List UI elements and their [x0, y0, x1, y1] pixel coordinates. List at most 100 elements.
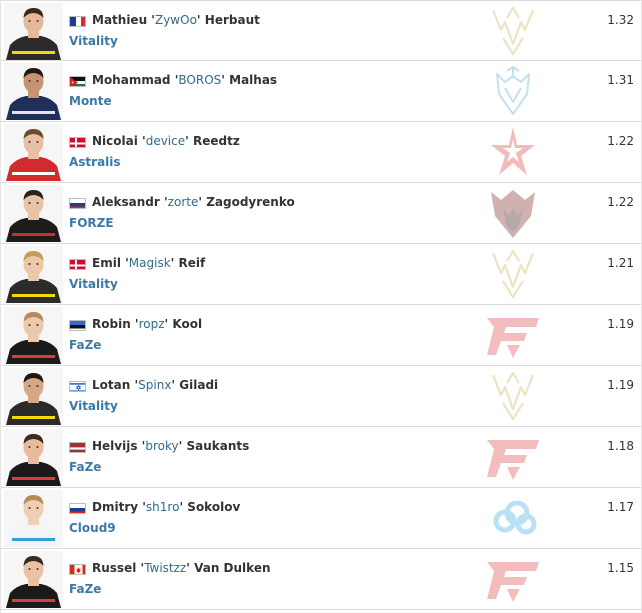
player-row[interactable]: Helvijs 'broky' Saukants FaZe 1.18: [1, 427, 641, 488]
player-nickname: Magisk: [128, 256, 171, 270]
flag-ee-icon: [69, 320, 86, 331]
flag-dk-icon: [69, 259, 86, 270]
flag-dk-icon: [69, 137, 86, 148]
player-first-name: Dmitry: [92, 500, 139, 514]
player-photo: [4, 551, 63, 608]
team-link[interactable]: Vitality: [69, 399, 118, 413]
faze-logo-icon: [483, 308, 543, 363]
team-link[interactable]: FaZe: [69, 338, 101, 352]
player-last-name: Saukants: [186, 439, 250, 453]
player-first-name: Emil: [92, 256, 121, 270]
player-last-name: Giladi: [179, 378, 219, 392]
player-nickname: Spinx: [138, 378, 172, 392]
player-rating-list: Mathieu 'ZywOo' Herbaut Vitality 1.32 Moh…: [0, 0, 642, 613]
player-photo: [4, 368, 63, 425]
team-link[interactable]: Vitality: [69, 34, 118, 48]
player-first-name: Nicolai: [92, 134, 138, 148]
player-name[interactable]: Emil 'Magisk' Reif: [92, 256, 205, 270]
player-nickname: Twistzz: [144, 561, 187, 575]
team-link[interactable]: Astralis: [69, 155, 121, 169]
player-rating: 1.22: [607, 195, 634, 209]
player-first-name: Aleksandr: [92, 195, 160, 209]
player-photo: [4, 185, 63, 242]
forze-logo-icon: [483, 186, 543, 241]
player-photo: [4, 307, 63, 364]
player-name[interactable]: Dmitry 'sh1ro' Sokolov: [92, 500, 240, 514]
player-name[interactable]: Lotan 'Spinx' Giladi: [92, 378, 218, 392]
flag-ca-icon: [69, 564, 86, 575]
player-rating: 1.21: [607, 256, 634, 270]
player-name[interactable]: Mohammad 'BOROS' Malhas: [92, 73, 277, 87]
player-first-name: Mohammad: [92, 73, 171, 87]
player-last-name: Reedtz: [192, 134, 240, 148]
flag-fr-icon: [69, 16, 86, 27]
player-row[interactable]: Mathieu 'ZywOo' Herbaut Vitality 1.32: [1, 0, 641, 61]
player-rating: 1.17: [607, 500, 634, 514]
player-last-name: Reif: [178, 256, 206, 270]
player-name[interactable]: Helvijs 'broky' Saukants: [92, 439, 249, 453]
team-link[interactable]: FaZe: [69, 582, 101, 596]
player-last-name: Herbaut: [204, 13, 260, 27]
player-photo: [4, 429, 63, 486]
monte-logo-icon: [483, 64, 543, 119]
player-rating: 1.18: [607, 439, 634, 453]
flag-ru-icon: [69, 198, 86, 209]
player-nickname: device: [145, 134, 186, 148]
player-first-name: Lotan: [92, 378, 131, 392]
player-last-name: Kool: [172, 317, 203, 331]
vitality-logo-icon: [483, 247, 543, 302]
player-nickname: ZywOo: [154, 13, 197, 27]
player-photo: [4, 63, 63, 120]
player-name[interactable]: Mathieu 'ZywOo' Herbaut: [92, 13, 260, 27]
astralis-logo-icon: [483, 125, 543, 180]
player-row[interactable]: Emil 'Magisk' Reif Vitality 1.21: [1, 244, 641, 305]
team-link[interactable]: FaZe: [69, 460, 101, 474]
player-row[interactable]: Aleksandr 'zorte' Zagodyrenko FORZE 1.22: [1, 183, 641, 244]
player-name[interactable]: Robin 'ropz' Kool: [92, 317, 202, 331]
player-rating: 1.32: [607, 13, 634, 27]
team-link[interactable]: Monte: [69, 94, 112, 108]
player-row[interactable]: Lotan 'Spinx' Giladi Vitality 1.19: [1, 366, 641, 427]
vitality-logo-icon: [483, 369, 543, 424]
player-first-name: Mathieu: [92, 13, 148, 27]
flag-ru-icon: [69, 503, 86, 514]
player-first-name: Robin: [92, 317, 131, 331]
vitality-logo-icon: [483, 4, 543, 59]
player-name[interactable]: Nicolai 'device' Reedtz: [92, 134, 240, 148]
player-photo: [4, 3, 63, 60]
flag-jo-icon: [69, 76, 86, 87]
player-last-name: Zagodyrenko: [206, 195, 295, 209]
player-row[interactable]: Mohammad 'BOROS' Malhas Monte 1.31: [1, 61, 641, 122]
player-row[interactable]: Robin 'ropz' Kool FaZe 1.19: [1, 305, 641, 366]
player-nickname: BOROS: [178, 73, 222, 87]
faze-logo-icon: [483, 430, 543, 485]
faze-logo-icon: [483, 552, 543, 607]
player-photo: [4, 246, 63, 303]
player-last-name: Van Dulken: [194, 561, 271, 575]
player-rating: 1.22: [607, 134, 634, 148]
flag-lv-icon: [69, 442, 86, 453]
player-nickname: sh1ro: [145, 500, 180, 514]
player-first-name: Helvijs: [92, 439, 138, 453]
flag-il-icon: [69, 381, 86, 392]
cloud9-logo-icon: [483, 491, 543, 546]
player-photo: [4, 490, 63, 547]
player-rating: 1.31: [607, 73, 634, 87]
player-row[interactable]: Dmitry 'sh1ro' Sokolov Cloud9 1.17: [1, 488, 641, 549]
player-row[interactable]: Russel 'Twistzz' Van Dulken FaZe 1.15: [1, 549, 641, 610]
team-link[interactable]: Cloud9: [69, 521, 116, 535]
player-name[interactable]: Aleksandr 'zorte' Zagodyrenko: [92, 195, 295, 209]
player-name[interactable]: Russel 'Twistzz' Van Dulken: [92, 561, 271, 575]
player-nickname: ropz: [138, 317, 165, 331]
player-rating: 1.19: [607, 378, 634, 392]
player-rating: 1.19: [607, 317, 634, 331]
player-nickname: broky: [145, 439, 179, 453]
team-link[interactable]: Vitality: [69, 277, 118, 291]
player-rating: 1.15: [607, 561, 634, 575]
player-row[interactable]: Nicolai 'device' Reedtz Astralis 1.22: [1, 122, 641, 183]
player-first-name: Russel: [92, 561, 137, 575]
player-nickname: zorte: [167, 195, 199, 209]
team-link[interactable]: FORZE: [69, 216, 114, 230]
player-last-name: Sokolov: [187, 500, 241, 514]
player-photo: [4, 124, 63, 181]
